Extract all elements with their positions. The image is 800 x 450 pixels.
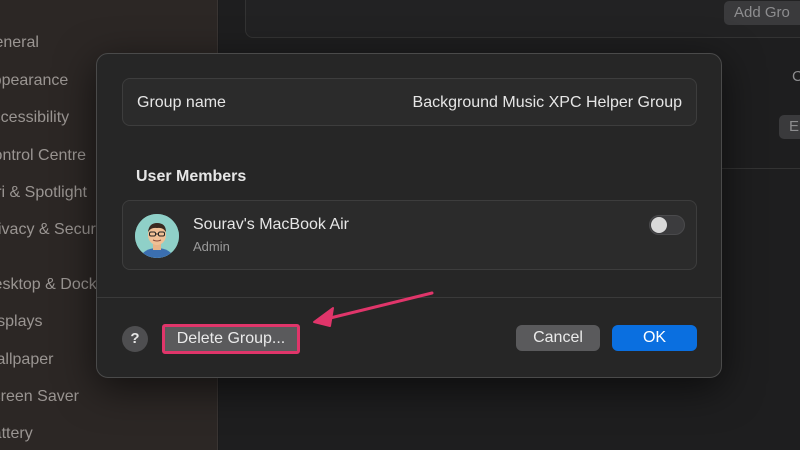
sidebar-item-desktop-dock[interactable]: Desktop & Dock	[0, 276, 97, 294]
sidebar-item-screen-saver[interactable]: Screen Saver	[0, 388, 79, 406]
background-card	[245, 0, 800, 38]
background-edit-button[interactable]: E	[779, 115, 800, 139]
group-name-label: Group name	[137, 94, 226, 111]
member-role: Admin	[193, 239, 230, 254]
sidebar-item-battery[interactable]: Battery	[0, 425, 33, 443]
member-row: Sourav's MacBook Air Admin	[122, 200, 697, 270]
group-edit-dialog: Group name Background Music XPC Helper G…	[96, 53, 722, 378]
sidebar-item-control-centre[interactable]: Control Centre	[0, 147, 86, 165]
add-group-button[interactable]: Add Gro	[724, 1, 800, 25]
cancel-button[interactable]: Cancel	[516, 325, 600, 351]
sidebar-item-accessibility[interactable]: Accessibility	[0, 109, 69, 127]
sidebar-item-wallpaper[interactable]: Wallpaper	[0, 351, 53, 369]
group-name-field[interactable]: Background Music XPC Helper Group	[413, 94, 682, 112]
member-toggle[interactable]	[649, 215, 685, 235]
toggle-knob	[651, 217, 667, 233]
ok-button[interactable]: OK	[612, 325, 697, 351]
member-name: Sourav's MacBook Air	[193, 216, 350, 233]
sidebar-item-displays[interactable]: Displays	[0, 313, 42, 331]
help-button[interactable]: ?	[122, 326, 148, 352]
sidebar-item-general[interactable]: General	[0, 34, 39, 52]
background-divider	[722, 168, 800, 169]
sidebar-item-siri-spotlight[interactable]: Siri & Spotlight	[0, 184, 87, 202]
background-label: C	[792, 68, 800, 85]
avatar	[135, 214, 179, 258]
group-name-row: Group name Background Music XPC Helper G…	[122, 78, 697, 126]
user-members-heading: User Members	[136, 168, 247, 185]
delete-group-button[interactable]: Delete Group...	[162, 324, 300, 354]
dialog-divider	[97, 297, 721, 298]
sidebar-item-appearance[interactable]: Appearance	[0, 72, 68, 90]
